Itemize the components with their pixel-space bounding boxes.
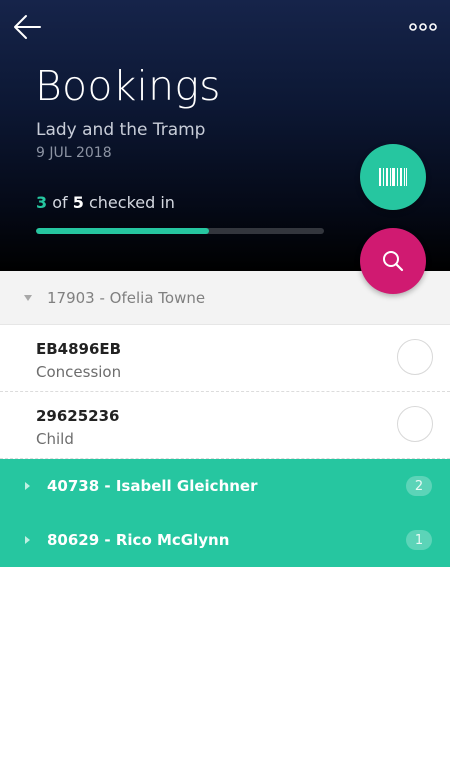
checked-in-label: checked in xyxy=(88,193,175,212)
caret-right-icon xyxy=(24,535,31,545)
ticket-count-badge: 2 xyxy=(406,476,432,496)
search-icon xyxy=(383,251,404,272)
scan-barcode-button[interactable] xyxy=(360,144,426,210)
bookings-list: 17903 - Ofelia Towne EB4896EB Concession… xyxy=(0,271,450,567)
arrow-left-icon xyxy=(14,15,41,39)
ticket-count-badge: 1 xyxy=(406,530,432,550)
booking-label: 17903 - Ofelia Towne xyxy=(47,288,206,307)
ticket-row[interactable]: EB4896EB Concession xyxy=(0,325,450,392)
booking-label: 80629 - Rico McGlynn xyxy=(47,531,230,549)
ticket-row[interactable]: 29625236 Child xyxy=(0,392,450,459)
ticket-type: Concession xyxy=(36,363,122,381)
booking-group-collapsed[interactable]: 40738 - Isabell Gleichner 2 xyxy=(0,459,450,513)
show-name: Lady and the Tramp xyxy=(36,120,206,140)
ticket-type: Child xyxy=(36,430,74,448)
more-options-button[interactable] xyxy=(406,14,440,40)
more-horizontal-icon xyxy=(409,23,437,31)
show-date: 9 JUL 2018 xyxy=(36,145,112,161)
check-in-toggle[interactable] xyxy=(397,406,433,442)
caret-right-icon xyxy=(24,481,31,491)
booking-group-collapsed[interactable]: 80629 - Rico McGlynn 1 xyxy=(0,513,450,567)
barcode-icon xyxy=(379,168,407,186)
of-word: of xyxy=(52,193,68,212)
checkin-summary: 3 of 5 checked in xyxy=(36,193,175,212)
ticket-code: EB4896EB xyxy=(36,340,122,358)
checkin-progress-fill xyxy=(36,228,209,234)
booking-label: 40738 - Isabell Gleichner xyxy=(47,477,258,495)
search-button[interactable] xyxy=(360,228,426,294)
total-count: 5 xyxy=(72,193,84,212)
page-title: Bookings xyxy=(35,62,221,110)
ticket-code: 29625236 xyxy=(36,407,120,425)
caret-down-icon xyxy=(23,294,33,302)
checked-in-count: 3 xyxy=(36,193,48,212)
check-in-toggle[interactable] xyxy=(397,339,433,375)
back-button[interactable] xyxy=(10,10,44,44)
checkin-progress-bar xyxy=(36,228,324,234)
